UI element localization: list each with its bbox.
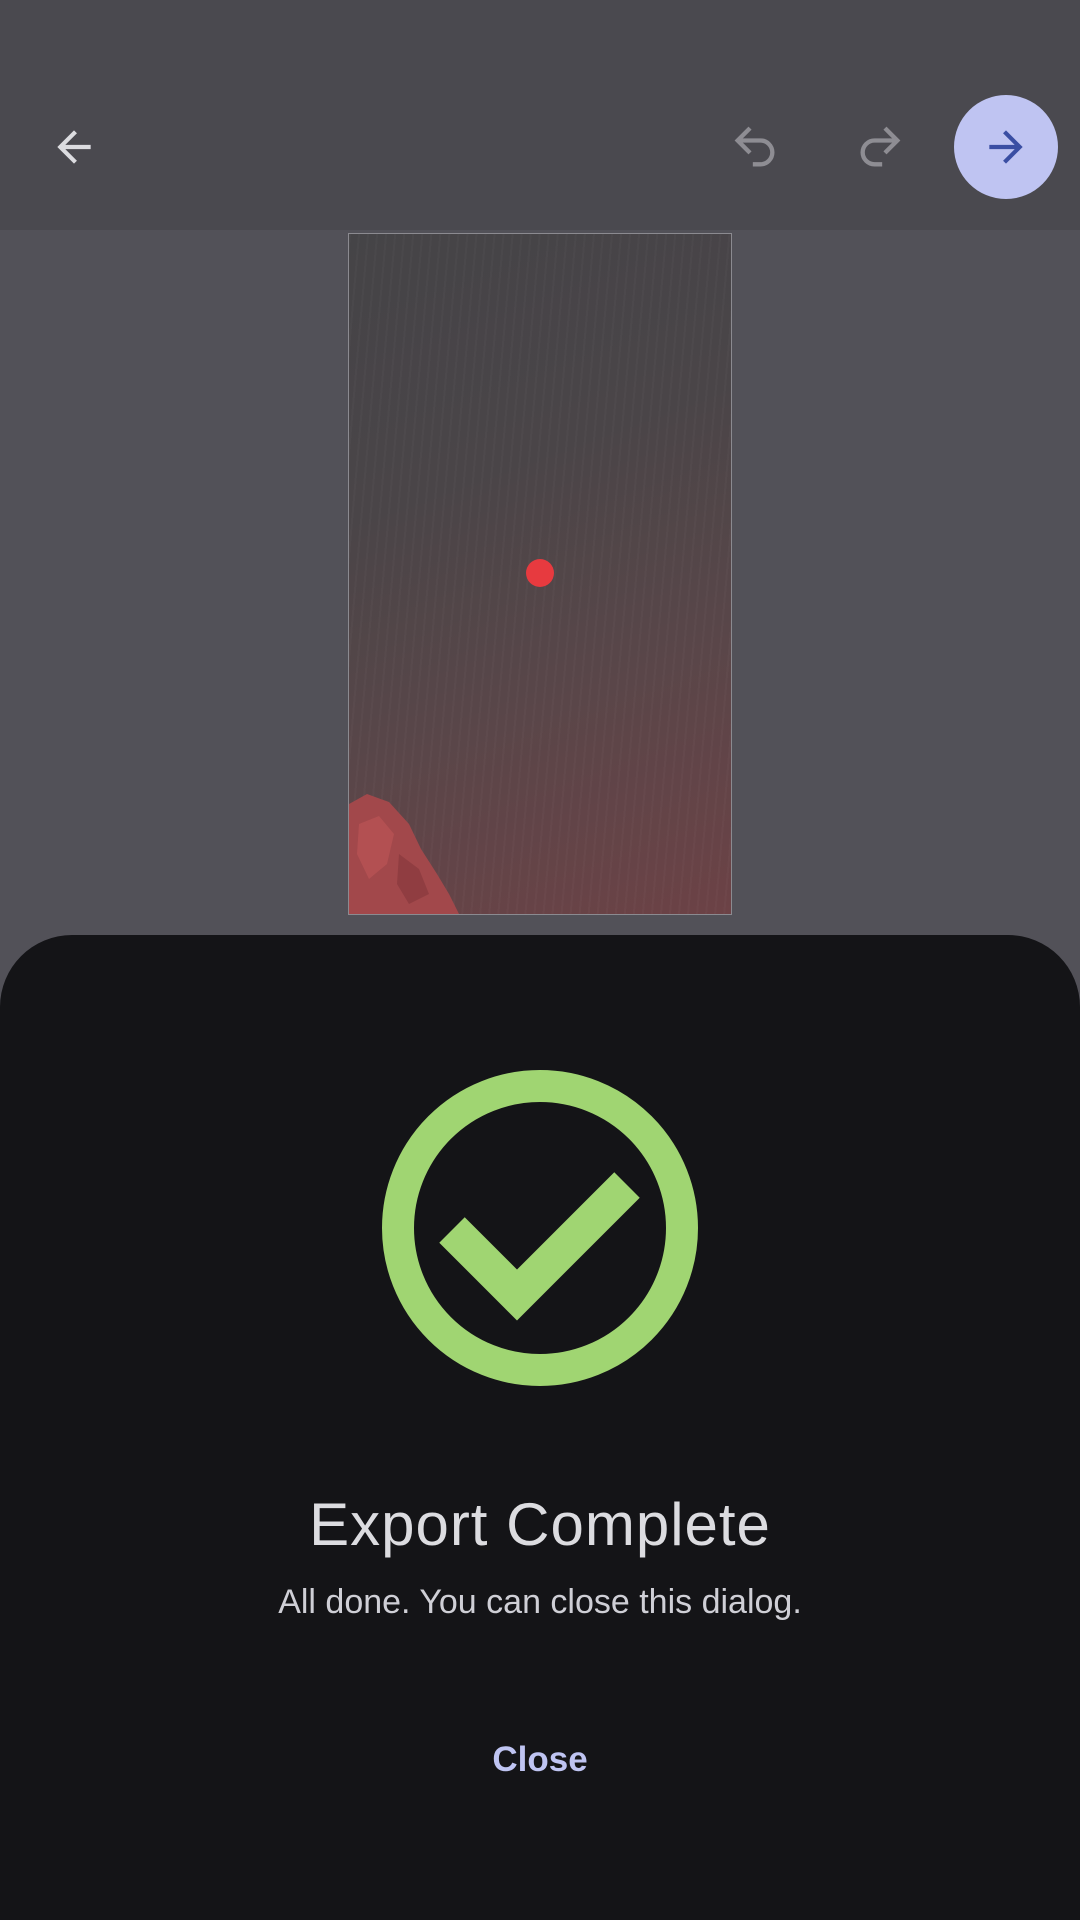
close-button[interactable]: Close: [440, 1720, 640, 1800]
arrow-right-icon: [989, 130, 1023, 164]
redo-icon: [860, 126, 901, 167]
undo-button[interactable]: [703, 95, 807, 199]
undo-icon: [734, 126, 775, 167]
arrow-left-icon: [57, 130, 91, 164]
rock-shape: [349, 794, 459, 914]
next-button[interactable]: [954, 95, 1058, 199]
dialog-title: Export Complete: [309, 1491, 771, 1558]
dialog-message: All done. You can close this dialog.: [278, 1583, 802, 1621]
check-circle-icon: [382, 1070, 698, 1386]
editor-screen: Export Complete All done. You can close …: [0, 0, 1080, 1920]
redo-button[interactable]: [828, 95, 932, 199]
canvas-preview[interactable]: [348, 233, 732, 915]
back-button[interactable]: [22, 95, 126, 199]
top-app-bar: [0, 0, 1080, 230]
export-complete-sheet: Export Complete All done. You can close …: [0, 935, 1080, 1920]
marker-dot: [526, 559, 554, 587]
